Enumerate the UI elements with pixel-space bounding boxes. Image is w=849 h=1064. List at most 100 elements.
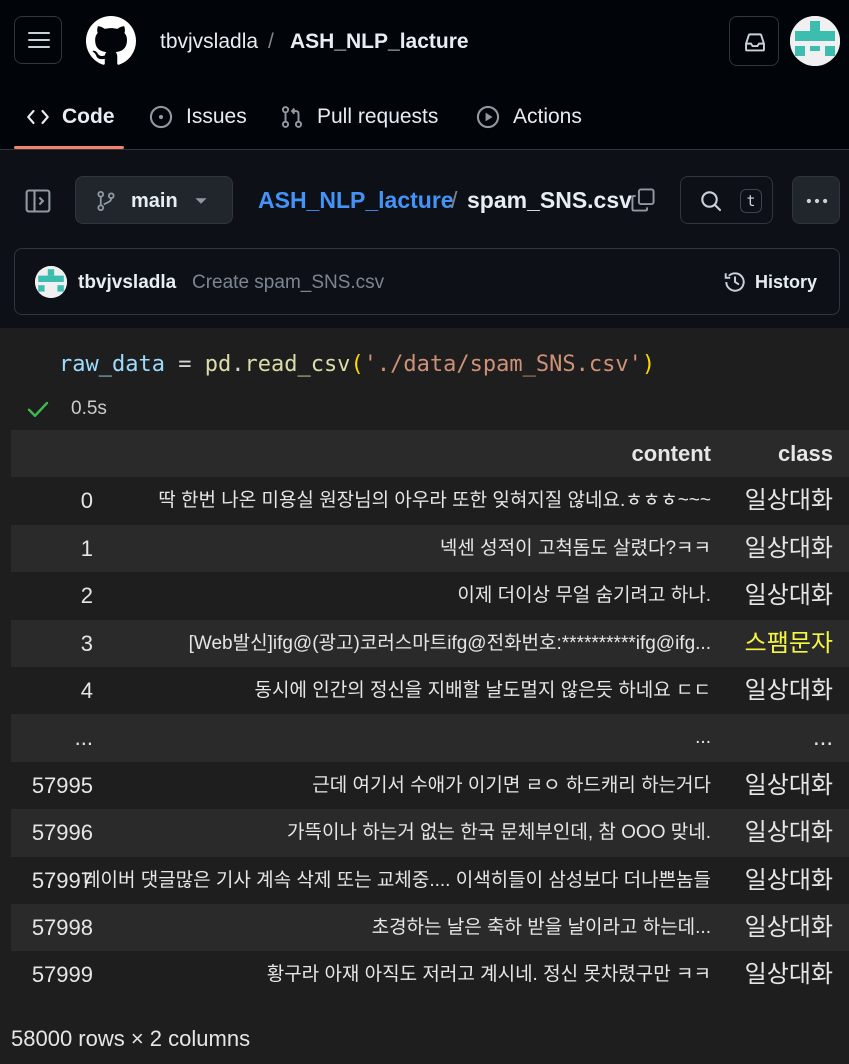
content-cell: 황구라 아재 아직도 저러고 계시네. 정신 못차렸구만 ㅋㅋ [266,964,711,986]
copy-icon[interactable] [630,187,656,213]
check-icon [27,401,49,417]
class-cell: 일상대화 [744,771,833,799]
table-row: 57998 초경하는 날은 축하 받을 날이라고 하는데... 일상대화 [11,903,849,952]
history-button[interactable]: History [723,270,817,294]
row-index: 57998 [31,914,93,940]
active-tab-indicator [14,146,124,149]
class-cell: 스팸문자 [744,629,833,657]
table-row: 57996 가뜩이나 하는거 없는 한국 문체부인데, 참 OOO 맞네. 일상… [11,809,849,857]
content-cell: 가뜩이나 하는거 없는 한국 문체부인데, 참 OOO 맞네. [287,822,711,844]
repo-owner-link[interactable]: tbvjvsladla [160,30,258,54]
class-cell: ... [812,724,833,752]
repo-nav: Code Issues Pull requests Actions [0,84,849,150]
table-row: 1 넥센 성적이 고척돔도 살렸다?ㅋㅋ 일상대화 [11,524,849,573]
play-icon [476,105,500,129]
row-index: 57999 [31,962,93,988]
table-row: 0 딱 한번 나온 미용실 원장님의 아우라 또한 잊혀지질 않네요.ㅎㅎㅎ~~… [11,477,849,525]
content-cell: 네이버 댓글많은 기사 계속 삭제 또는 교체중.... 이색히들이 삼성보다 … [83,869,711,891]
table-row: 2 이제 더이상 무얼 숨기려고 하나. 일상대화 [11,572,849,620]
user-avatar[interactable] [790,16,840,66]
code-icon [27,109,49,125]
class-cell: 일상대화 [744,487,833,515]
table-header-row: content class [11,430,849,478]
code-token: = [164,352,205,377]
path-repo-link[interactable]: ASH_NLP_lacture [258,187,454,214]
class-cell: 일상대화 [744,961,833,989]
class-cell: 일상대화 [744,676,833,704]
dataframe-shape: 58000 rows × 2 columns [11,1026,251,1051]
git-branch-icon [97,190,115,212]
identicon-icon [35,266,67,298]
branch-selector[interactable]: main [75,176,233,224]
code-token: ( [350,352,364,377]
content-cell: 넥센 성적이 고척돔도 살렸다?ㅋㅋ [439,537,711,559]
code-token: './data/spam_SNS.csv' [363,352,642,377]
table-row: 4 동시에 인간의 정신을 지배할 날도멀지 않은듯 하네요 ㄷㄷ 일상대화 [11,666,849,715]
history-icon [724,272,745,292]
row-index: 0 [80,488,93,514]
code-token: raw_data [59,352,165,377]
tab-label: Actions [513,105,582,128]
hamburger-line [28,46,50,48]
inbox-button[interactable] [729,16,779,66]
repo-name-link[interactable]: ASH_NLP_lacture [290,30,469,54]
issue-icon [149,105,173,129]
commit-message-link[interactable]: Create spam_SNS.csv [192,272,384,294]
class-cell: 일상대화 [744,913,833,941]
row-index: 3 [80,630,93,656]
class-cell: 일상대화 [744,534,833,562]
file-name: spam_SNS.csv [467,187,632,213]
column-header: content [631,441,711,466]
dataframe-table: content class 0 딱 한번 나온 미용실 원장님의 아우라 또한 … [11,430,849,999]
table-row: 57995 근데 여기서 수애가 이기면 ㄹㅇ 하드캐리 하는거다 일상대화 [11,761,849,810]
tab-issues[interactable]: Issues [148,102,247,132]
commit-author-avatar[interactable] [35,266,67,298]
breadcrumb-separator: / [268,30,274,53]
code-token: . [231,352,245,377]
commit-author-link[interactable]: tbvjvsladla [78,272,176,294]
tab-pull-requests[interactable]: Pull requests [279,102,438,132]
search-button[interactable]: t [680,176,773,224]
content-cell: 초경하는 날은 축하 받을 날이라고 하는데... [371,916,711,938]
row-index: ... [74,725,93,751]
code-token: read_csv [244,352,351,377]
tab-label: Code [62,105,115,128]
row-index: 2 [80,583,93,609]
table-row: 57999 황구라 아재 아직도 저러고 계시네. 정신 못차렸구만 ㅋㅋ 일상… [11,951,849,999]
row-index: 57996 [31,820,93,846]
caret-down-icon [195,198,207,204]
table-row: 57997 네이버 댓글많은 기사 계속 삭제 또는 교체중.... 이색히들이… [11,856,849,904]
row-index: 1 [80,535,93,561]
path-separator: / [451,187,458,213]
tab-actions[interactable]: Actions [475,102,582,132]
hamburger-line [28,39,50,41]
inbox-icon [745,33,765,52]
row-index: 57995 [31,772,93,798]
tab-label: Issues [186,105,247,128]
content-cell: 이제 더이상 무얼 숨기려고 하나. [457,585,711,607]
search-icon [701,191,722,212]
identicon-icon [790,16,840,66]
tab-code[interactable]: Code [26,102,115,132]
pull-request-icon [281,106,303,128]
code-cell: raw_data = pd.read_csv('./data/spam_SNS.… [59,352,655,377]
code-token: ) [641,352,656,377]
github-logo-icon[interactable] [86,16,136,66]
table-row: 3 [Web발신]ifg@(광고)코러스마트ifg@전화번호:*********… [11,619,849,667]
row-index: 4 [80,677,93,703]
content-cell: 근데 여기서 수애가 이기면 ㄹㅇ 하드캐리 하는거다 [312,774,711,796]
sidebar-expand-icon[interactable] [24,187,52,215]
top-header: tbvjvsladla / ASH_NLP_lacture [0,0,849,84]
menu-button[interactable] [14,16,62,64]
content-cell: 동시에 인간의 정신을 지배할 날도멀지 않은듯 하네요 ㄷㄷ [254,679,711,701]
column-header: class [777,441,833,466]
notebook-view: raw_data = pd.read_csv('./data/spam_SNS.… [0,328,849,1064]
table-row: ... ... ... [11,714,849,762]
kebab-horizontal-icon [806,198,828,204]
content-cell: ... [695,727,711,749]
class-cell: 일상대화 [744,866,833,894]
branch-name: main [131,190,178,212]
tab-label: Pull requests [317,105,439,128]
more-options-button[interactable] [792,176,840,224]
hamburger-line [28,32,50,34]
